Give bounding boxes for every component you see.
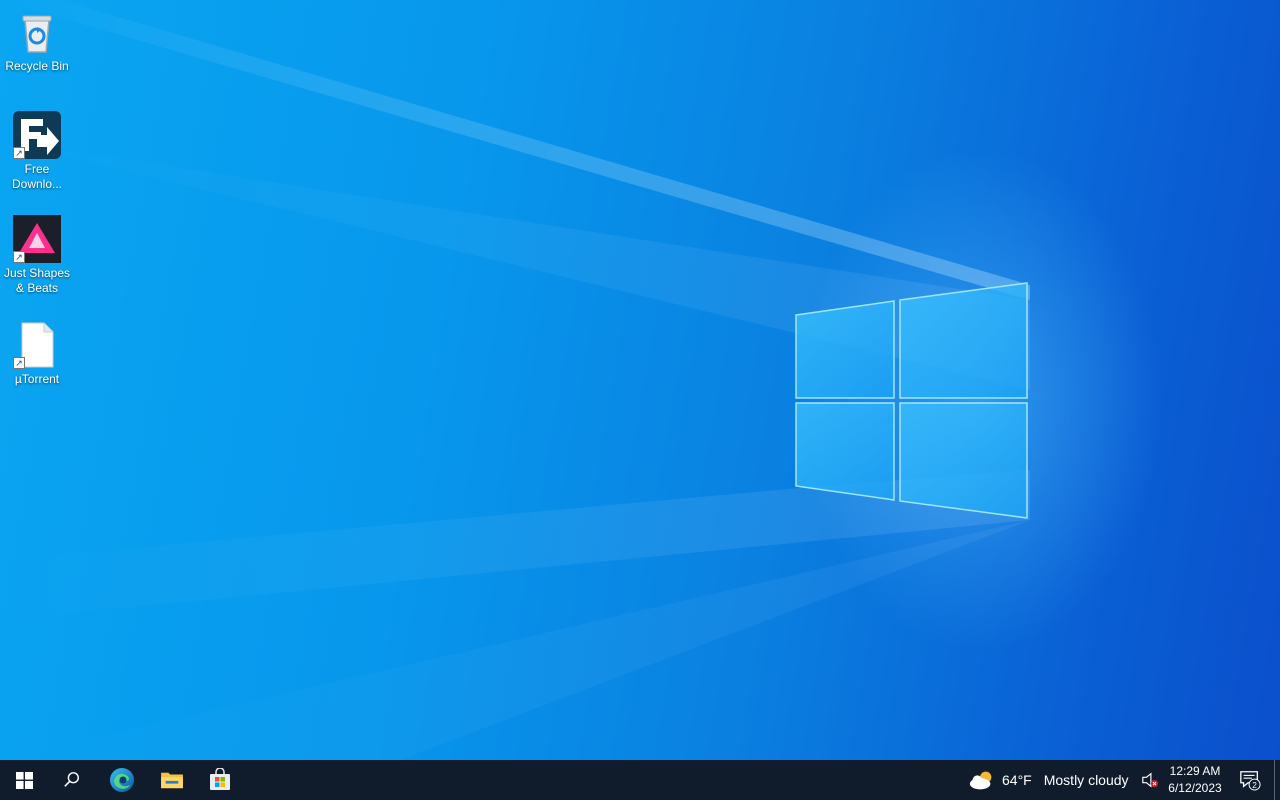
shortcut-arrow-icon: ↗: [13, 147, 25, 159]
desktop-icon-utorrent[interactable]: ↗ µTorrent: [0, 321, 74, 387]
just-shapes-and-beats-icon: ↗: [13, 215, 61, 263]
volume-muted-icon: [1142, 772, 1159, 788]
blank-file-icon: ↗: [13, 321, 61, 369]
volume-button[interactable]: [1138, 760, 1162, 800]
start-button[interactable]: [0, 760, 48, 800]
desktop-icon-just-shapes-beats[interactable]: ↗ Just Shapes & Beats: [0, 215, 74, 296]
edge-taskbar-button[interactable]: [98, 760, 146, 800]
partly-cloudy-icon: [969, 771, 992, 790]
desktop-icon-recycle-bin[interactable]: Recycle Bin: [0, 8, 74, 74]
microsoft-store-icon: [210, 768, 230, 790]
desktop-icon-label: Just Shapes & Beats: [3, 266, 71, 295]
desktop-icon-label: Recycle Bin: [5, 59, 69, 73]
taskbar: 64°F Mostly cloudy 12:29 AM 6/12/2023 2: [0, 760, 1280, 800]
weather-condition: Mostly cloudy: [1043, 772, 1129, 788]
search-icon: [64, 772, 80, 787]
folder-icon: [161, 772, 183, 789]
desktop-wallpaper: Recycle Bin ↗ Free Downlo... ↗ Just Shap…: [0, 0, 1280, 760]
file-explorer-taskbar-button[interactable]: [148, 760, 196, 800]
free-download-manager-icon: ↗: [13, 111, 61, 159]
edge-browser-icon: [110, 768, 134, 792]
notification-count: 2: [1252, 781, 1257, 790]
windows-start-icon: [15, 771, 33, 789]
shortcut-arrow-icon: ↗: [13, 251, 25, 263]
notification-center-icon: 2: [1240, 771, 1261, 791]
windows-logo-wallpaper: [795, 282, 1028, 519]
notification-center-button[interactable]: 2: [1232, 760, 1268, 800]
system-clock[interactable]: 12:29 AM 6/12/2023: [1164, 763, 1226, 797]
search-button[interactable]: [48, 760, 96, 800]
show-desktop-button[interactable]: [1274, 760, 1280, 800]
recycle-bin-icon: [13, 8, 61, 56]
clock-date: 6/12/2023: [1168, 781, 1222, 795]
store-taskbar-button[interactable]: [196, 760, 244, 800]
wallpaper-light-beams: [0, 0, 1030, 760]
weather-widget[interactable]: 64°F Mostly cloudy: [968, 760, 1129, 800]
desktop-icon-label: Free Downlo...: [11, 162, 63, 191]
desktop-icon-label: µTorrent: [14, 372, 60, 386]
clock-time: 12:29 AM: [1169, 764, 1221, 778]
shortcut-arrow-icon: ↗: [13, 357, 25, 369]
desktop-icon-free-download-manager[interactable]: ↗ Free Downlo...: [0, 111, 74, 192]
weather-temperature: 64°F: [1002, 772, 1032, 788]
